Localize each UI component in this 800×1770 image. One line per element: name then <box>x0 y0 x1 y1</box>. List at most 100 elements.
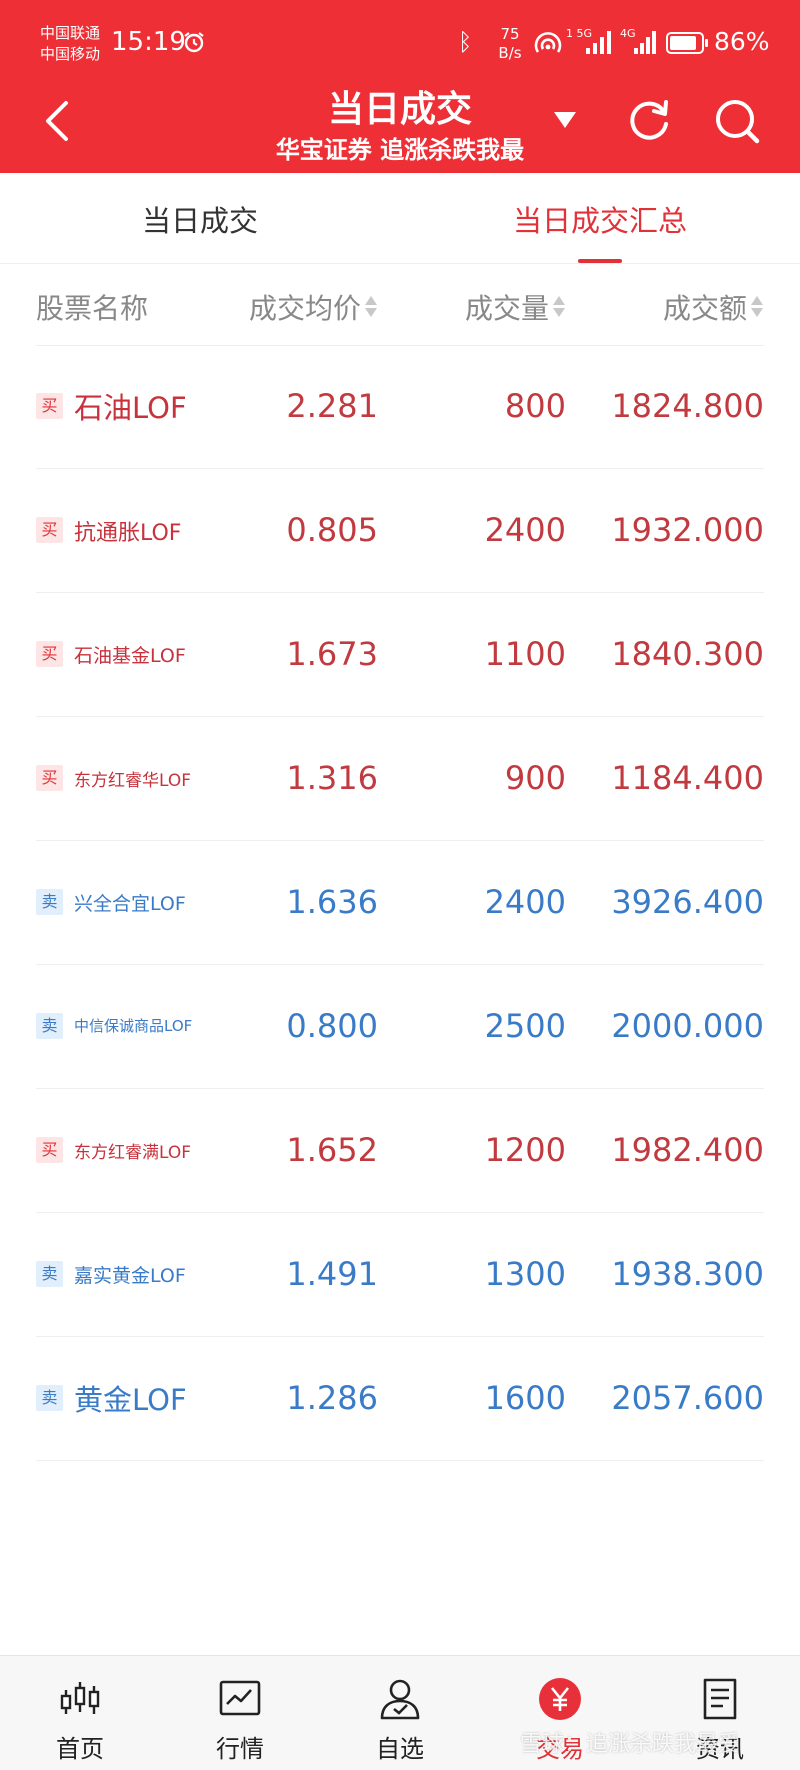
avg-price: 1.673 <box>286 635 378 673</box>
amount: 2057.600 <box>611 1379 764 1417</box>
yuan-icon <box>539 1678 581 1720</box>
signal-4g-icon: 4G <box>620 27 656 54</box>
sell-badge: 卖 <box>36 1013 63 1039</box>
amount: 2000.000 <box>611 1007 764 1045</box>
account-name[interactable]: 华宝证券 追涨杀跌我最 <box>240 130 560 165</box>
sell-badge: 卖 <box>36 1261 63 1287</box>
tab-bar: 当日成交 当日成交汇总 <box>0 173 800 264</box>
status-time: 15:19 <box>111 27 186 57</box>
nav-market-label: 行情 <box>216 1735 264 1763</box>
amount: 1982.400 <box>611 1131 764 1169</box>
nav-home[interactable]: 首页 <box>0 1656 160 1770</box>
status-bar: 中国联通 中国移动 15:19 ᛒ 75 B/s 1 5G 4G 86% <box>0 0 800 80</box>
volume: 1600 <box>484 1379 566 1417</box>
table-row[interactable]: 买 东方红睿满LOF 1.652 1200 1982.400 <box>36 1089 764 1213</box>
refresh-icon[interactable] <box>626 96 672 142</box>
top-bar: 中国联通 中国移动 15:19 ᛒ 75 B/s 1 5G 4G 86% 当日成… <box>0 0 800 173</box>
avg-price: 1.286 <box>286 1379 378 1417</box>
column-header-volume-label: 成交量 <box>464 292 549 325</box>
stock-name: 石油LOF <box>74 391 187 425</box>
avg-price: 1.491 <box>286 1255 378 1293</box>
volume: 1200 <box>484 1131 566 1169</box>
column-header-name-label: 股票名称 <box>36 292 149 325</box>
network-speed-unit: B/s <box>498 44 522 62</box>
person-check-icon <box>380 1679 420 1720</box>
table-row[interactable]: 卖 黄金LOF 1.286 1600 2057.600 <box>36 1337 764 1461</box>
table-row[interactable]: 卖 嘉实黄金LOF 1.491 1300 1938.300 <box>36 1213 764 1337</box>
sort-icon[interactable] <box>552 295 566 319</box>
buy-badge: 买 <box>36 517 63 543</box>
candlestick-icon <box>60 1682 100 1714</box>
column-header-name: 股票名称 <box>36 287 148 327</box>
alarm-icon <box>184 32 204 53</box>
avg-price: 1.652 <box>286 1131 378 1169</box>
avg-price: 0.805 <box>286 511 378 549</box>
battery-percent: 86% <box>714 27 770 56</box>
nav-home-label: 首页 <box>56 1735 104 1763</box>
table-row[interactable]: 买 石油LOF 2.281 800 1824.800 <box>36 345 764 469</box>
svg-text:1 5G: 1 5G <box>566 27 592 40</box>
hotspot-icon <box>534 32 562 53</box>
avg-price: 1.636 <box>286 883 378 921</box>
buy-badge: 买 <box>36 1137 63 1163</box>
account-dropdown-icon[interactable] <box>552 110 578 130</box>
volume: 2500 <box>484 1007 566 1045</box>
table-header: 股票名称 成交均价 成交量 成交额 <box>36 263 764 346</box>
column-header-volume[interactable]: 成交量 <box>465 287 566 327</box>
avg-price: 0.800 <box>286 1007 378 1045</box>
volume: 800 <box>504 387 566 425</box>
tab-daily-trades[interactable]: 当日成交 <box>0 198 400 240</box>
table-row[interactable]: 买 石油基金LOF 1.673 1100 1840.300 <box>36 593 764 717</box>
amount: 1932.000 <box>611 511 764 549</box>
column-header-amount[interactable]: 成交额 <box>663 287 764 327</box>
stock-name: 抗通胀LOF <box>74 521 182 546</box>
carrier-1: 中国联通 <box>40 24 101 42</box>
buy-badge: 买 <box>36 641 63 667</box>
column-header-avg-price-label: 成交均价 <box>248 292 361 325</box>
svg-text:4G: 4G <box>620 27 636 40</box>
sort-icon[interactable] <box>750 295 764 319</box>
volume: 900 <box>504 759 566 797</box>
tab-daily-trades-summary[interactable]: 当日成交汇总 <box>400 198 800 240</box>
column-header-avg-price[interactable]: 成交均价 <box>249 287 378 327</box>
avg-price: 1.316 <box>286 759 378 797</box>
sell-badge: 卖 <box>36 1385 63 1411</box>
trade-summary-list: 买 石油LOF 2.281 800 1824.800 买 抗通胀LOF 0.80… <box>36 345 764 1461</box>
amount: 3926.400 <box>611 883 764 921</box>
battery-fill <box>670 36 696 50</box>
nav-watchlist[interactable]: 自选 <box>320 1656 480 1770</box>
carrier-names: 中国联通 中国移动 <box>40 23 100 65</box>
network-speed: 75 B/s <box>490 25 530 63</box>
search-icon[interactable] <box>712 96 762 146</box>
volume: 2400 <box>484 883 566 921</box>
amount: 1824.800 <box>611 387 764 425</box>
carrier-2: 中国移动 <box>40 45 101 63</box>
stock-name: 黄金LOF <box>74 1383 187 1417</box>
amount: 1184.400 <box>611 759 764 797</box>
amount: 1840.300 <box>611 635 764 673</box>
page-title: 当日成交 <box>327 89 472 130</box>
table-row[interactable]: 卖 兴全合宜LOF 1.636 2400 3926.400 <box>36 841 764 965</box>
column-header-amount-label: 成交额 <box>662 292 747 325</box>
stock-name: 东方红睿华LOF <box>74 771 192 791</box>
stock-name: 兴全合宜LOF <box>74 893 186 915</box>
table-row[interactable]: 买 抗通胀LOF 0.805 2400 1932.000 <box>36 469 764 593</box>
stock-name: 石油基金LOF <box>74 645 186 667</box>
sort-icon[interactable] <box>364 295 378 319</box>
signal-5g-icon: 1 5G <box>566 27 611 54</box>
table-row[interactable]: 卖 中信保诚商品LOF 0.800 2500 2000.000 <box>36 965 764 1089</box>
volume: 1100 <box>484 635 566 673</box>
avg-price: 2.281 <box>286 387 378 425</box>
sell-badge: 卖 <box>36 889 63 915</box>
stock-name: 中信保诚商品LOF <box>74 1017 193 1035</box>
table-row[interactable]: 买 东方红睿华LOF 1.316 900 1184.400 <box>36 717 764 841</box>
volume: 2400 <box>484 511 566 549</box>
stock-name: 嘉实黄金LOF <box>74 1265 186 1287</box>
nav-market[interactable]: 行情 <box>160 1656 320 1770</box>
chart-line-icon <box>219 1680 261 1716</box>
document-icon <box>703 1678 737 1720</box>
watermark-text: 雪球：追涨杀跌我最爱 <box>520 1732 741 1757</box>
battery-icon <box>666 32 708 54</box>
buy-badge: 买 <box>36 765 63 791</box>
amount: 1938.300 <box>611 1255 764 1293</box>
